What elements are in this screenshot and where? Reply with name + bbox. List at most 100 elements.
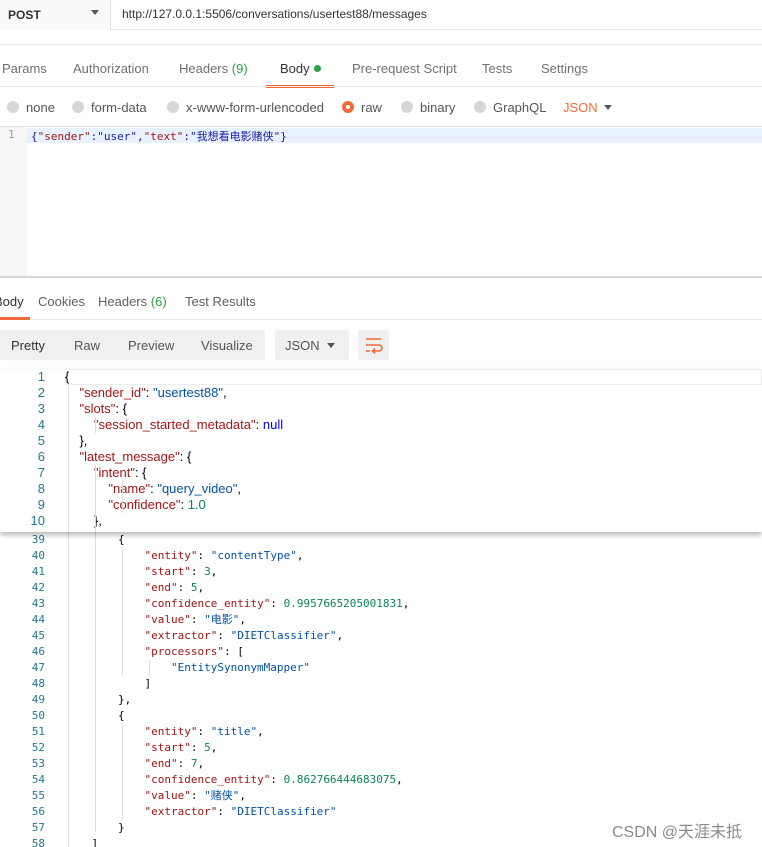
code-token: : — [190, 741, 205, 754]
line-number: 46 — [31, 645, 45, 658]
line-number: 43 — [31, 597, 45, 610]
code-token: "EntitySynonymMapper" — [170, 661, 311, 674]
code-text: "extractor": "DIETClassifier" — [65, 804, 336, 820]
code-token: } — [280, 130, 287, 143]
request-body-code[interactable]: {"sender":"user","text":"我想看电影赌侠"} — [31, 128, 287, 144]
code-token: , — [210, 565, 218, 578]
tab-label: Body — [280, 61, 310, 76]
code-text: "name": "query_video", — [65, 481, 241, 497]
radio-none[interactable]: none — [7, 100, 55, 115]
response-format-select[interactable]: JSON — [275, 330, 349, 360]
radio-circle-icon — [401, 101, 413, 113]
code-line: 2 "sender_id": "usertest88", — [0, 385, 762, 401]
code-token: , — [239, 613, 246, 626]
code-token: }, — [65, 513, 102, 528]
code-text: "entity": "contentType", — [65, 548, 303, 564]
tab-headers[interactable]: Headers (9) — [179, 61, 248, 76]
view-preview-button[interactable]: Preview — [128, 338, 174, 353]
code-token: null — [262, 417, 284, 432]
code-token: , — [336, 629, 344, 642]
code-token: "name" — [108, 481, 151, 496]
code-token: "entity" — [144, 549, 198, 562]
tab-params[interactable]: Params — [2, 61, 47, 76]
code-token: "value" — [144, 613, 191, 626]
code-text: "sender_id": "usertest88", — [65, 385, 226, 401]
code-token: { — [65, 369, 70, 384]
view-visualize-button[interactable]: Visualize — [201, 338, 253, 353]
radio-x-www-form-urlencoded[interactable]: x-www-form-urlencoded — [167, 100, 324, 115]
radio-label: GraphQL — [493, 100, 547, 115]
indent-guide — [68, 385, 69, 532]
code-token: "text" — [143, 130, 184, 143]
code-token: , — [237, 481, 242, 496]
tab-cookies[interactable]: Cookies — [38, 294, 85, 309]
line-number: 1 — [37, 369, 45, 384]
view-pretty-button[interactable]: Pretty — [11, 338, 45, 353]
radio-form-data[interactable]: form-data — [72, 100, 147, 115]
radio-raw[interactable]: raw — [342, 100, 382, 115]
chevron-down-icon[interactable] — [604, 105, 612, 110]
view-mode-bar: Pretty Raw Preview Visualize — [0, 330, 265, 360]
line-number: 50 — [31, 709, 45, 722]
code-text: "latest_message": { — [65, 449, 191, 465]
radio-binary[interactable]: binary — [401, 100, 455, 115]
tab-pre-request-script[interactable]: Pre-request Script — [352, 61, 457, 76]
tab-test-results[interactable]: Test Results — [185, 294, 256, 309]
method-label: POST — [8, 8, 41, 22]
tab-settings[interactable]: Settings — [541, 61, 588, 76]
code-token: : [ — [223, 645, 244, 658]
wrap-lines-button[interactable] — [358, 330, 389, 360]
request-body-editor[interactable]: 1 {"sender":"user","text":"我想看电影赌侠"} — [0, 126, 762, 277]
code-line: 7 "intent": { — [0, 465, 762, 481]
line-number: 57 — [31, 821, 45, 834]
code-token: , — [296, 549, 304, 562]
watermark: CSDN @天涯未抵 — [612, 824, 743, 841]
code-text: "end": 5, — [65, 580, 204, 596]
body-format-select[interactable]: JSON — [563, 100, 598, 115]
code-token: : — [190, 789, 205, 802]
radio-graphql[interactable]: GraphQL — [474, 100, 546, 115]
tab-tests[interactable]: Tests — [482, 61, 512, 76]
code-text: ] — [65, 836, 98, 847]
code-token: : — [197, 725, 211, 738]
code-text: "processors": [ — [65, 644, 244, 660]
method-select[interactable]: POST — [0, 0, 111, 30]
line-number: 6 — [37, 449, 45, 464]
code-token: "contentType" — [210, 549, 297, 562]
line-number: 51 — [31, 725, 45, 738]
code-line: 42 "end": 5, — [0, 580, 762, 596]
tab-authorization[interactable]: Authorization — [73, 61, 149, 76]
indent-guide — [122, 548, 123, 676]
line-number: 54 — [31, 773, 45, 786]
view-raw-button[interactable]: Raw — [74, 338, 100, 353]
line-number: 55 — [31, 789, 45, 802]
line-number: 56 — [31, 805, 45, 818]
tab-label: Authorization — [73, 61, 149, 76]
code-token: "extractor" — [144, 629, 218, 642]
code-token: "slots" — [79, 401, 116, 416]
code-token: : — [180, 497, 188, 512]
code-line: 48 ] — [0, 676, 762, 692]
url-input[interactable]: http://127.0.0.1:5506/conversations/user… — [122, 7, 427, 21]
line-number: 44 — [31, 613, 45, 626]
tab-response-headers[interactable]: Headers (6) — [98, 294, 167, 309]
tab-body[interactable]: Body — [280, 61, 321, 76]
code-token: "end" — [144, 757, 178, 770]
code-token: "start" — [144, 565, 191, 578]
body-modified-dot-icon — [313, 65, 321, 72]
line-number: 5 — [37, 433, 45, 448]
tab-response-body[interactable]: Body — [0, 294, 24, 309]
code-token: 5 — [204, 741, 211, 754]
line-number: 1 — [8, 128, 15, 141]
code-token: , — [197, 757, 205, 770]
code-text: "EntitySynonymMapper" — [65, 660, 310, 676]
tab-label: Cookies — [38, 294, 85, 309]
